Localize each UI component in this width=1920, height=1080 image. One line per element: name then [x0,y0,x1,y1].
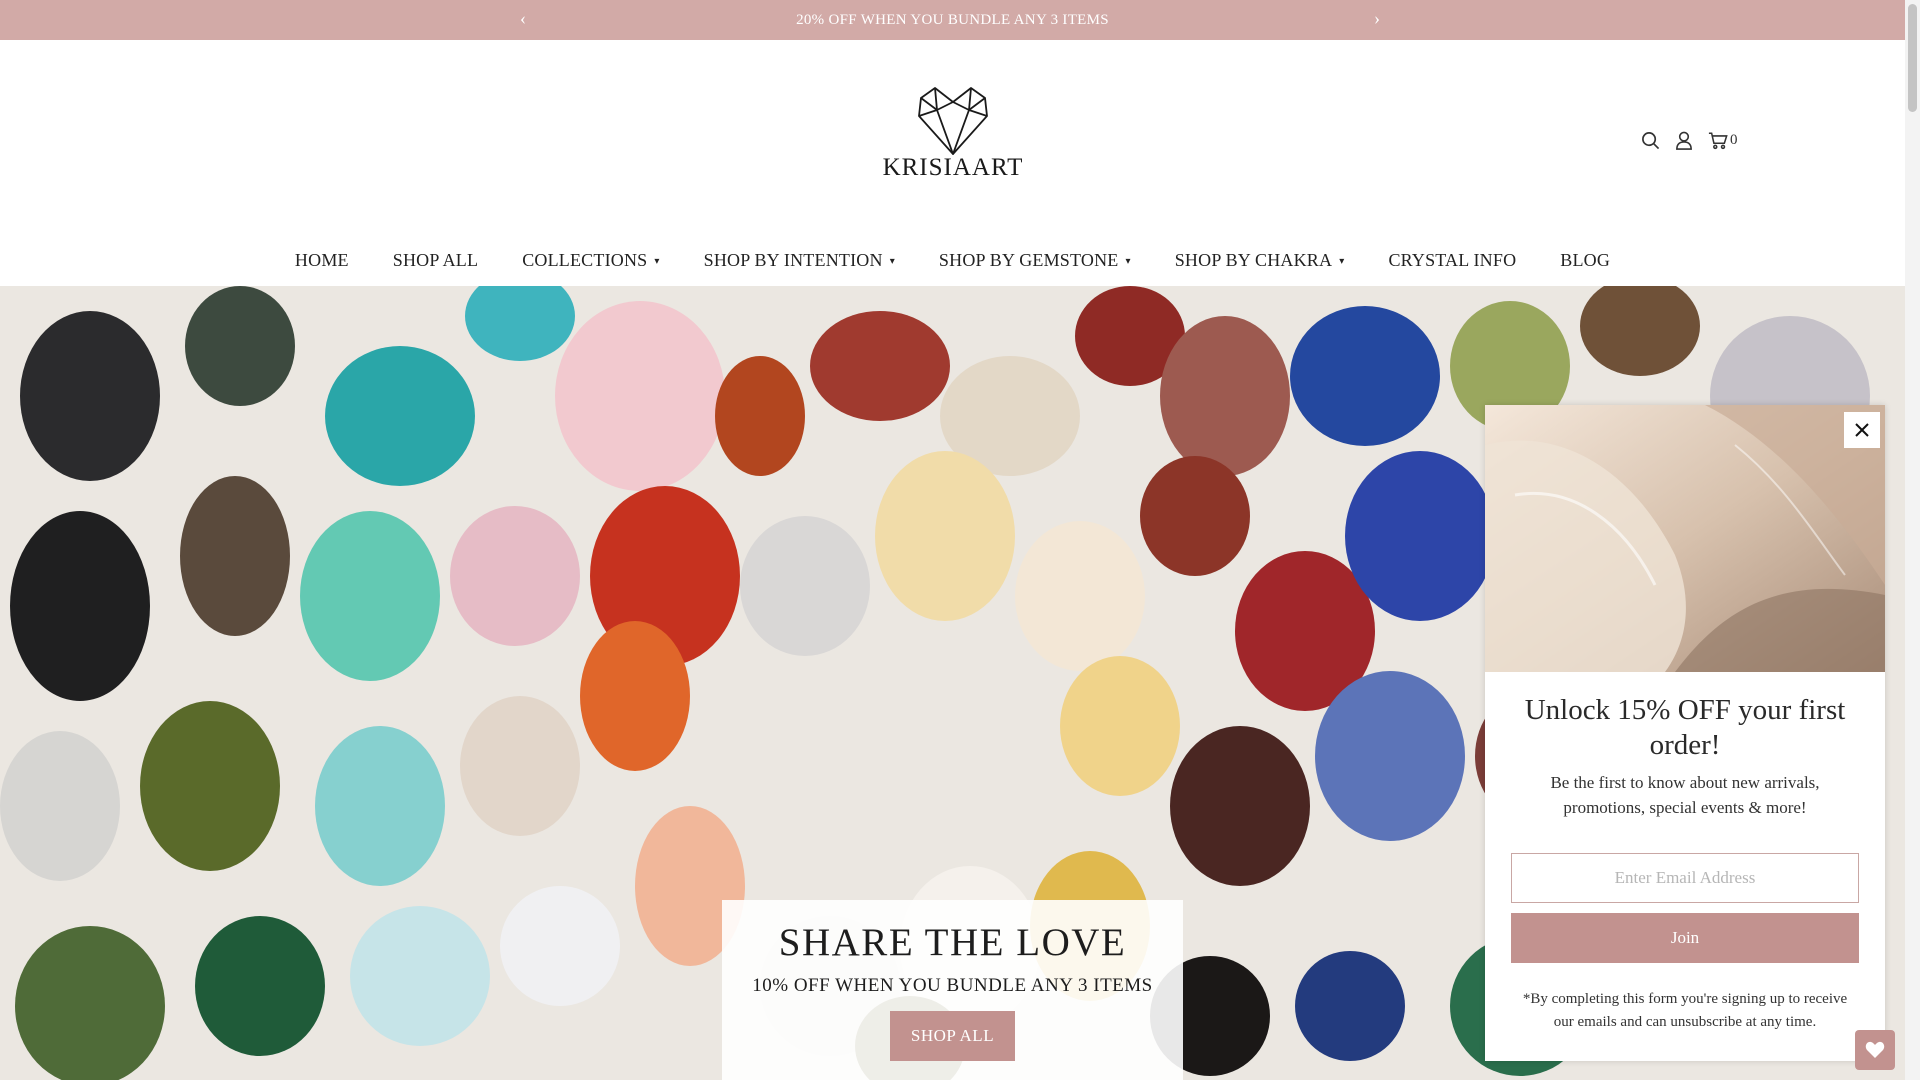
nav-label: SHOP BY GEMSTONE [938,250,1119,270]
cart-count: 0 [1730,131,1738,148]
header-icons: 0 [1640,130,1738,150]
nav-label: SHOP BY INTENTION [703,250,883,270]
hero-promo-box: SHARE THE LOVE 10% OFF WHEN YOU BUNDLE A… [722,900,1183,1080]
chevron-down-icon: ▾ [1339,256,1345,267]
nav-label: COLLECTIONS [522,250,648,270]
hero-title: SHARE THE LOVE [778,921,1127,964]
site-header: KRISIAART 0 HOME SHOP ALL COLLECTIONS ▾ S… [0,40,1905,285]
nav-item-shop-by-intention[interactable]: SHOP BY INTENTION ▾ [682,250,917,271]
popup-fine-print: *By completing this form you're signing … [1522,991,1848,1030]
user-icon[interactable] [1674,130,1694,150]
nav-item-home[interactable]: HOME [273,250,371,271]
announcement-bar: ‹ 20% OFF WHEN YOU BUNDLE ANY 3 ITEMS › [0,0,1905,40]
announcement-text: 20% OFF WHEN YOU BUNDLE ANY 3 ITEMS [796,11,1109,28]
nav-item-shop-by-chakra[interactable]: SHOP BY CHAKRA ▾ [1153,250,1367,271]
popup-description: Be the first to know about new arrivals,… [1550,773,1820,817]
newsletter-popup: Unlock 15% OFF your first order! Be the … [1485,405,1885,1061]
nav-item-crystal-info[interactable]: CRYSTAL INFO [1366,250,1538,271]
crystal-heart-logo [918,87,988,155]
nav-label: BLOG [1560,250,1611,270]
popup-image [1485,405,1885,672]
nav-label: HOME [294,250,349,270]
chevron-down-icon: ▾ [889,256,895,267]
nav-item-collections[interactable]: COLLECTIONS ▾ [500,250,681,271]
brand-name: KRISIAART [882,154,1024,181]
nav-label: CRYSTAL INFO [1388,250,1517,270]
close-icon[interactable] [1844,412,1880,448]
nav-item-shop-all[interactable]: SHOP ALL [371,250,500,271]
nav-item-blog[interactable]: BLOG [1538,250,1632,271]
chevron-left-icon[interactable]: ‹ [520,8,526,29]
heart-icon [1865,1041,1885,1058]
popup-heading: Unlock 15% OFF your first order! [1524,694,1846,761]
nav-item-shop-by-gemstone[interactable]: SHOP BY GEMSTONE ▾ [917,250,1153,271]
nav-label: SHOP ALL [392,250,479,270]
brand-logo[interactable]: KRISIAART [882,86,1024,226]
chevron-right-icon[interactable]: › [1374,8,1380,29]
page-scrollbar[interactable] [1905,0,1920,1080]
chevron-down-icon: ▾ [1125,256,1131,267]
main-nav: HOME SHOP ALL COLLECTIONS ▾ SHOP BY INTEN… [0,250,1905,271]
scrollbar-thumb[interactable] [1908,4,1917,112]
cart-icon[interactable]: 0 [1708,130,1738,150]
email-field[interactable] [1511,853,1859,903]
search-icon[interactable] [1640,130,1660,150]
nav-label: SHOP BY CHAKRA [1174,250,1333,270]
hero-subtitle: 10% OFF WHEN YOU BUNDLE ANY 3 ITEMS [752,975,1153,996]
chevron-down-icon: ▾ [654,256,660,267]
wishlist-button[interactable] [1855,1030,1895,1070]
shop-all-button[interactable]: SHOP ALL [890,1011,1015,1061]
join-button[interactable]: Join [1511,913,1859,963]
